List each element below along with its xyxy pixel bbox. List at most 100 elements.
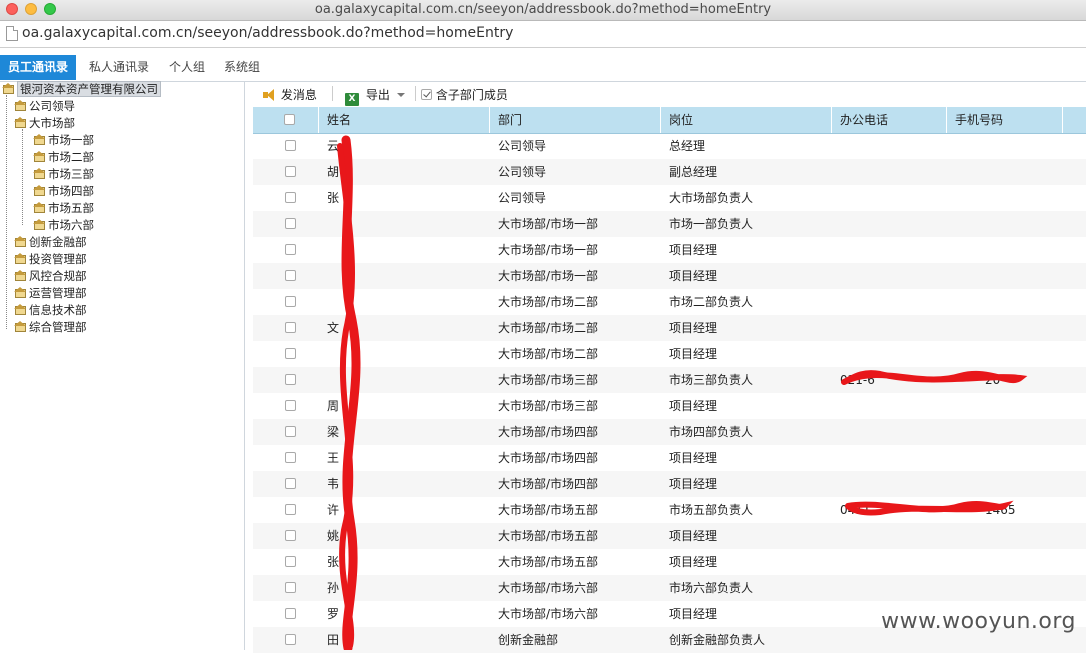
table-row[interactable]: 胡 公司领导 副总经理 xyxy=(253,159,1086,185)
tree-node-investment[interactable]: 投资管理部 xyxy=(14,251,87,267)
folder-icon xyxy=(2,83,15,95)
select-all-cell xyxy=(253,107,319,133)
cell-name: 姚 xyxy=(327,529,340,543)
include-sub-dept-option[interactable]: 含子部门成员 xyxy=(421,86,508,103)
row-checkbox[interactable] xyxy=(285,556,296,567)
include-sub-dept-checkbox[interactable] xyxy=(421,89,432,100)
row-checkbox[interactable] xyxy=(285,608,296,619)
row-checkbox[interactable] xyxy=(285,452,296,463)
table-row[interactable]: 文 大市场部/市场二部 项目经理 xyxy=(253,315,1086,341)
table-row[interactable]: 云 公司领导 总经理 xyxy=(253,133,1086,159)
cell-position: 总经理 xyxy=(669,139,706,153)
cell-department: 大市场部/市场六部 xyxy=(498,607,599,621)
column-header-mobile[interactable]: 手机号码 xyxy=(947,107,1063,133)
tab-private-addressbook[interactable]: 私人通讯录 xyxy=(81,55,157,80)
cell-position: 项目经理 xyxy=(669,529,718,543)
address-bar[interactable]: oa.galaxycapital.com.cn/seeyon/addressbo… xyxy=(0,21,1086,48)
cell-mobile: 1465 xyxy=(985,503,1016,517)
tree-node-market-6[interactable]: 市场六部 xyxy=(33,217,94,233)
table-row[interactable]: 孙 大市场部/市场六部 市场六部负责人 xyxy=(253,575,1086,601)
cell-department: 大市场部/市场四部 xyxy=(498,477,599,491)
tree-node-risk-compliance[interactable]: 风控合规部 xyxy=(14,268,87,284)
cell-department: 大市场部/市场一部 xyxy=(498,269,599,283)
column-header-position[interactable]: 岗位 xyxy=(661,107,832,133)
send-message-button[interactable]: 发消息 xyxy=(263,86,317,103)
row-checkbox[interactable] xyxy=(285,322,296,333)
column-header-office-phone[interactable]: 办公电话 xyxy=(832,107,947,133)
cell-name: 韦 xyxy=(327,477,340,491)
tree-node-market-3[interactable]: 市场三部 xyxy=(33,166,94,182)
tree-node-market-4[interactable]: 市场四部 xyxy=(33,183,94,199)
tree-node-general-admin[interactable]: 综合管理部 xyxy=(14,319,87,335)
cell-position: 项目经理 xyxy=(669,347,718,361)
table-row[interactable]: 许 大市场部/市场五部 市场五部负责人 0411- 1465 xyxy=(253,497,1086,523)
cell-department: 大市场部/市场四部 xyxy=(498,425,599,439)
cell-position: 项目经理 xyxy=(669,243,718,257)
tree-node-big-market[interactable]: 大市场部 xyxy=(14,115,75,131)
folder-icon xyxy=(14,321,27,333)
row-checkbox[interactable] xyxy=(285,582,296,593)
folder-icon xyxy=(14,236,27,248)
table-row[interactable]: 周 大市场部/市场三部 项目经理 xyxy=(253,393,1086,419)
tree-node-operations[interactable]: 运营管理部 xyxy=(14,285,87,301)
select-all-checkbox[interactable] xyxy=(284,114,295,125)
row-checkbox[interactable] xyxy=(285,348,296,359)
tab-employee-addressbook[interactable]: 员工通讯录 xyxy=(0,55,77,80)
page-icon xyxy=(6,26,18,41)
table-row[interactable]: 大市场部/市场一部 市场一部负责人 xyxy=(253,211,1086,237)
addressbook-tabs: 员工通讯录 私人通讯录 个人组 系统组 xyxy=(0,55,1086,82)
cell-department: 大市场部/市场三部 xyxy=(498,399,599,413)
row-checkbox[interactable] xyxy=(285,634,296,645)
tree-node-market-2[interactable]: 市场二部 xyxy=(33,149,94,165)
table-row[interactable]: 大市场部/市场一部 项目经理 xyxy=(253,263,1086,289)
row-checkbox[interactable] xyxy=(285,296,296,307)
table-row[interactable]: 大市场部/市场二部 项目经理 xyxy=(253,341,1086,367)
row-checkbox[interactable] xyxy=(285,426,296,437)
url-text[interactable]: oa.galaxycapital.com.cn/seeyon/addressbo… xyxy=(22,25,513,41)
cell-department: 大市场部/市场四部 xyxy=(498,451,599,465)
tab-system-group[interactable]: 系统组 xyxy=(216,55,268,80)
row-checkbox[interactable] xyxy=(285,166,296,177)
cell-department: 大市场部/市场三部 xyxy=(498,373,599,387)
row-checkbox[interactable] xyxy=(285,374,296,385)
table-row[interactable]: 大市场部/市场一部 项目经理 xyxy=(253,237,1086,263)
tree-root-company[interactable]: 银河资本资产管理有限公司 xyxy=(2,81,161,97)
table-row[interactable]: 韦 大市场部/市场四部 项目经理 xyxy=(253,471,1086,497)
cell-position: 项目经理 xyxy=(669,607,718,621)
table-row[interactable]: 姚 大市场部/市场五部 项目经理 xyxy=(253,523,1086,549)
cell-position: 市场一部负责人 xyxy=(669,217,754,231)
cell-position: 项目经理 xyxy=(669,269,718,283)
row-checkbox[interactable] xyxy=(285,504,296,515)
column-header-department[interactable]: 部门 xyxy=(490,107,661,133)
cell-name: 许 xyxy=(327,503,340,517)
cell-department: 大市场部/市场六部 xyxy=(498,581,599,595)
column-header-name[interactable]: 姓名 xyxy=(319,107,490,133)
row-checkbox[interactable] xyxy=(285,140,296,151)
folder-icon xyxy=(14,287,27,299)
tree-node-it[interactable]: 信息技术部 xyxy=(14,302,87,318)
row-checkbox[interactable] xyxy=(285,244,296,255)
tree-node-market-1[interactable]: 市场一部 xyxy=(33,132,94,148)
export-button[interactable]: X 导出 xyxy=(345,86,405,106)
folder-icon xyxy=(33,168,46,180)
row-checkbox[interactable] xyxy=(285,218,296,229)
table-row[interactable]: 大市场部/市场三部 市场三部负责人 021-6 20 xyxy=(253,367,1086,393)
row-checkbox[interactable] xyxy=(285,192,296,203)
row-checkbox[interactable] xyxy=(285,530,296,541)
tree-node-innovation-finance[interactable]: 创新金融部 xyxy=(14,234,87,250)
row-checkbox[interactable] xyxy=(285,478,296,489)
row-checkbox[interactable] xyxy=(285,270,296,281)
table-row[interactable]: 王 大市场部/市场四部 项目经理 xyxy=(253,445,1086,471)
tree-node-leadership[interactable]: 公司领导 xyxy=(14,98,75,114)
row-checkbox[interactable] xyxy=(285,400,296,411)
cell-name: 张 xyxy=(327,555,340,569)
tab-personal-group[interactable]: 个人组 xyxy=(161,55,213,80)
cell-position: 项目经理 xyxy=(669,321,718,335)
cell-department: 大市场部/市场五部 xyxy=(498,529,599,543)
tree-node-market-5[interactable]: 市场五部 xyxy=(33,200,94,216)
cell-position: 创新金融部负责人 xyxy=(669,633,766,647)
table-row[interactable]: 大市场部/市场二部 市场二部负责人 xyxy=(253,289,1086,315)
table-row[interactable]: 张 大市场部/市场五部 项目经理 xyxy=(253,549,1086,575)
table-row[interactable]: 梁 大市场部/市场四部 市场四部负责人 xyxy=(253,419,1086,445)
table-row[interactable]: 张 公司领导 大市场部负责人 xyxy=(253,185,1086,211)
